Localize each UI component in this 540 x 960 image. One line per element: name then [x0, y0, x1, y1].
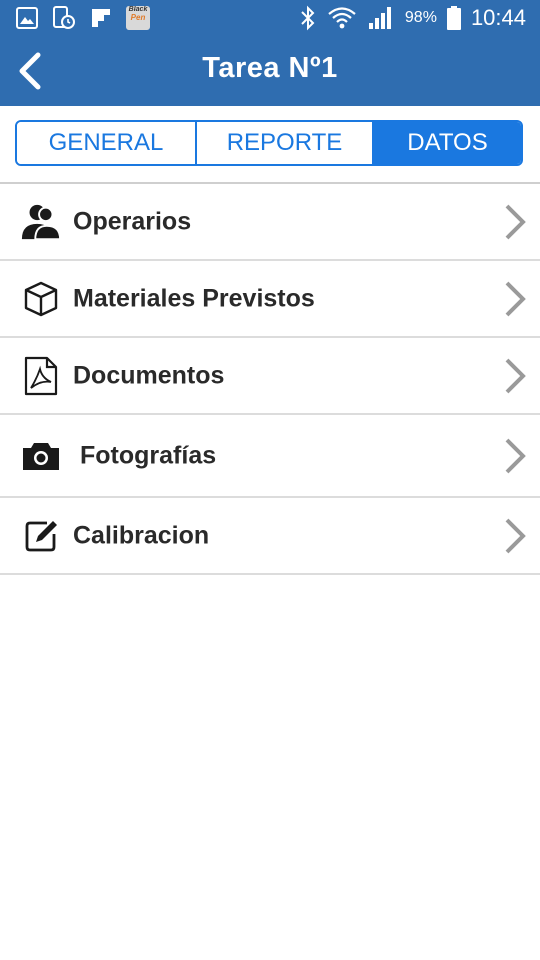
list-item-operarios[interactable]: Operarios [0, 184, 540, 261]
chevron-right-icon [505, 438, 526, 473]
chevron-right-icon [505, 358, 526, 393]
list-item-calibracion[interactable]: Calibracion [0, 498, 540, 575]
clock: 10:44 [470, 5, 526, 30]
chevron-right-icon [505, 281, 526, 316]
edit-icon [20, 515, 62, 557]
status-bar: Black Pen 98% 10:44 [0, 0, 540, 36]
chevron-right-icon [505, 518, 526, 553]
signal-icon [368, 7, 391, 29]
tab-general[interactable]: GENERAL [17, 122, 195, 164]
list-item-fotografias[interactable]: Fotografías [0, 415, 540, 498]
blackpen-app-icon: Black Pen [126, 6, 150, 30]
battery-icon [446, 6, 461, 30]
page-title: Tarea Nº1 [202, 52, 338, 84]
tab-datos[interactable]: DATOS [372, 122, 521, 164]
menu-list: Operarios Materiales Previstos Documento… [0, 184, 540, 575]
blackpen-line2: Pen [130, 13, 146, 22]
tab-reporte[interactable]: REPORTE [195, 122, 372, 164]
flipboard-icon [92, 9, 110, 27]
tab-bar: GENERAL REPORTE DATOS [15, 120, 523, 166]
system-icons: 98% 10:44 [299, 4, 526, 32]
wifi-icon [328, 7, 356, 29]
gallery-icon [16, 7, 38, 29]
box-icon [20, 278, 62, 320]
camera-icon [20, 435, 62, 477]
list-item-label: Calibracion [73, 521, 210, 549]
battery-percent: 98% [404, 9, 437, 26]
list-item-documentos[interactable]: Documentos [0, 338, 540, 415]
list-item-materiales-previstos[interactable]: Materiales Previstos [0, 261, 540, 338]
app-bar: Tarea Nº1 [0, 36, 540, 106]
pdf-document-icon [20, 355, 62, 397]
list-item-label: Documentos [73, 361, 225, 389]
list-item-label: Materiales Previstos [73, 284, 315, 312]
users-icon [20, 201, 62, 243]
list-item-label: Fotografías [80, 441, 217, 469]
chevron-right-icon [505, 204, 526, 239]
notification-icons: Black Pen [16, 6, 150, 30]
alarm-icon [53, 6, 75, 29]
bluetooth-icon [301, 5, 315, 31]
list-item-label: Operarios [73, 207, 192, 235]
